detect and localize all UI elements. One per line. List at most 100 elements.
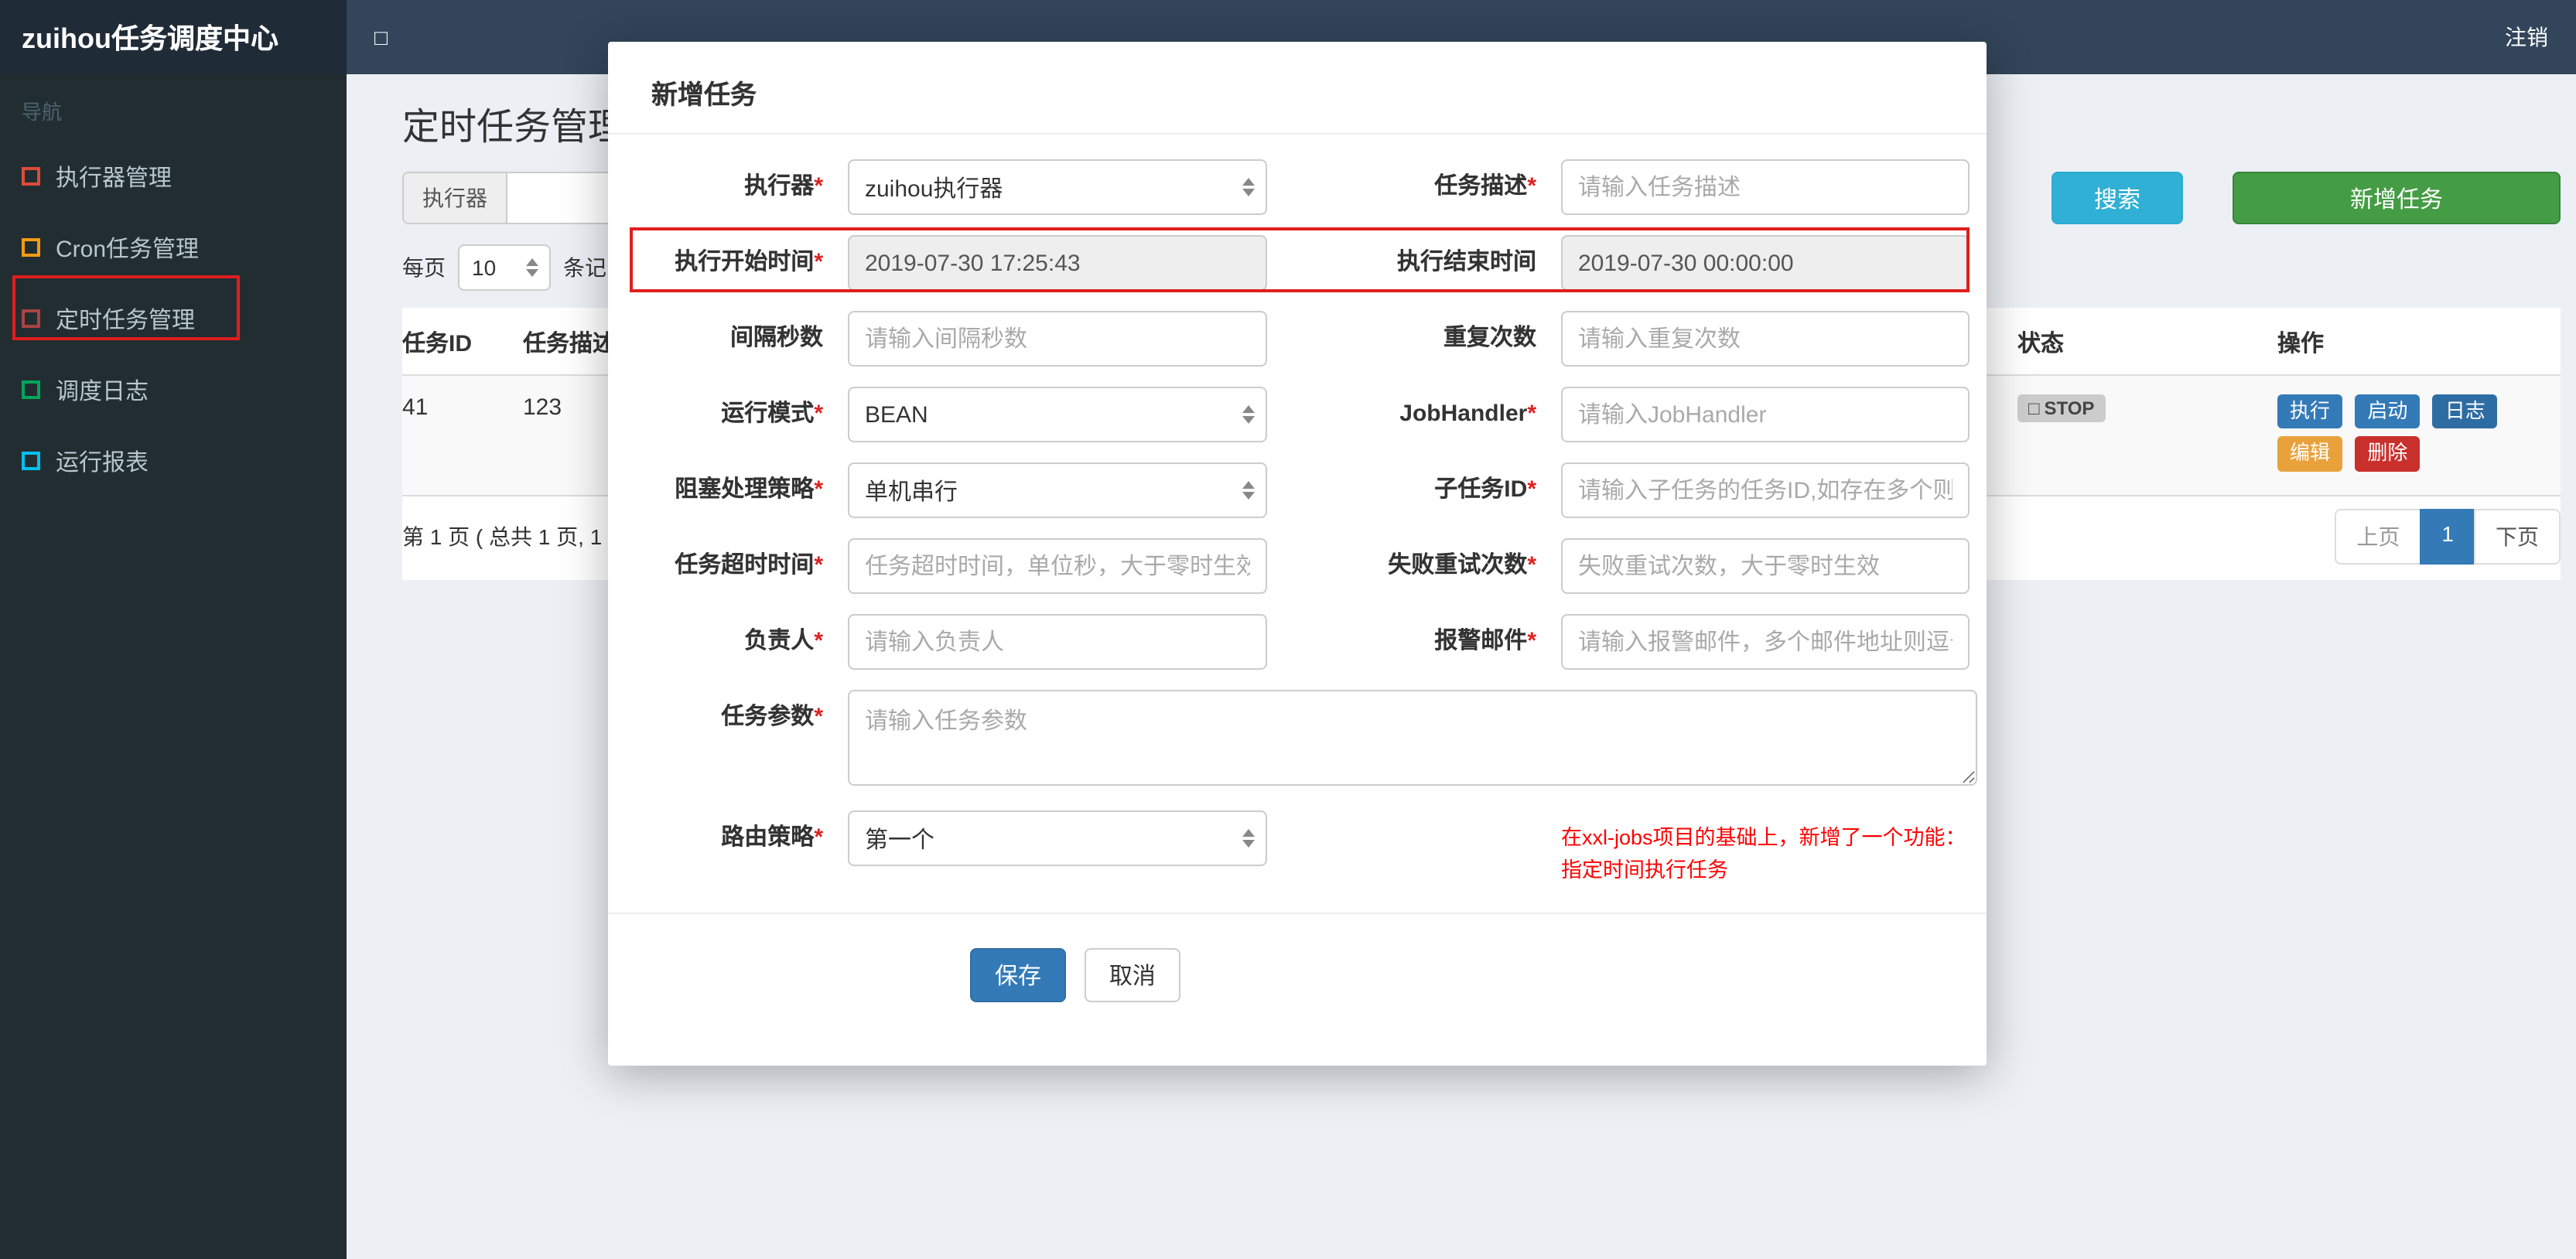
per-page-select[interactable]: 10 <box>458 244 551 291</box>
next-page-button[interactable]: 下页 <box>2474 508 2561 564</box>
form-row-8: 任务参数* <box>608 690 1987 790</box>
sidebar-item-cron-task[interactable]: Cron任务管理 <box>0 212 347 283</box>
end-time-label: 执行结束时间 <box>1396 249 1536 275</box>
block-strategy-select[interactable]: 单机串行 <box>848 462 1267 518</box>
actions-line-1: 执行 启动 日志 <box>2277 394 2548 437</box>
select-arrows-icon <box>1242 481 1255 500</box>
repeat-count-label: 重复次数 <box>1443 325 1536 351</box>
app-root: zuihou任务调度中心 □ 注销 导航 执行器管理 Cron任务管理 定时任务… <box>0 0 2576 1259</box>
job-param-label: 任务参数* <box>721 704 823 730</box>
run-mode-select-value: BEAN <box>865 401 928 428</box>
route-strategy-select[interactable]: 第一个 <box>848 810 1267 866</box>
filter-buttons: 搜索 新增任务 <box>2052 172 2561 224</box>
select-arrows-icon <box>1242 405 1255 424</box>
start-time-label: 执行开始时间* <box>675 249 823 275</box>
select-arrows-icon <box>1242 178 1255 196</box>
search-button[interactable]: 搜索 <box>2052 172 2183 224</box>
cell-actions: 执行 启动 日志 编辑 删除 <box>2277 375 2561 495</box>
cell-job-id: 41 <box>402 394 429 421</box>
per-page-value: 10 <box>472 255 497 280</box>
child-job-id-label: 子任务ID* <box>1434 476 1536 503</box>
form-row-6: 任务超时时间* 失败重试次数* <box>608 538 1987 594</box>
alarm-email-label: 报警邮件* <box>1434 628 1536 654</box>
current-page-button[interactable]: 1 <box>2420 508 2475 564</box>
header-job-id: 任务ID <box>402 308 523 376</box>
owner-input[interactable] <box>848 614 1267 670</box>
select-arrows-icon <box>526 258 538 277</box>
start-time-input[interactable] <box>848 235 1267 291</box>
sidebar-toggle-icon[interactable]: □ <box>374 25 388 49</box>
form-row-2: 执行开始时间* 执行结束时间 <box>608 235 1987 291</box>
block-strategy-label: 阻塞处理策略* <box>675 476 823 503</box>
execute-button[interactable]: 执行 <box>2277 394 2343 429</box>
route-strategy-label: 路由策略* <box>721 824 823 851</box>
child-job-id-input[interactable] <box>1561 462 1970 518</box>
form-row-7: 负责人* 报警邮件* <box>608 614 1987 670</box>
owner-label: 负责人* <box>744 628 823 654</box>
sidebar-item-label: 定时任务管理 <box>56 307 196 333</box>
form-row-9: 路由策略* 第一个 在xxl-jobs项目的基础上，新增了一个功能： 指定时间执… <box>608 810 1987 886</box>
executor-select[interactable]: zuihou执行器 <box>848 159 1267 215</box>
sidebar-item-run-report[interactable]: 运行报表 <box>0 425 347 496</box>
form-row-5: 阻塞处理策略* 单机串行 子任务ID* <box>608 462 1987 518</box>
modal-title: 新增任务 <box>608 42 1987 135</box>
jobhandler-label: JobHandler* <box>1399 401 1536 427</box>
form-row-1: 执行器* zuihou执行器 任务描述* <box>608 159 1987 215</box>
modal-footer: 保存 取消 <box>608 914 1987 1002</box>
run-mode-select[interactable]: BEAN <box>848 387 1267 442</box>
form-row-4: 运行模式* BEAN JobHandler* <box>608 387 1987 442</box>
add-task-button[interactable]: 新增任务 <box>2233 172 2561 224</box>
start-button[interactable]: 启动 <box>2355 394 2421 429</box>
fail-retry-input[interactable] <box>1561 538 1970 594</box>
alarm-email-input[interactable] <box>1561 614 1970 670</box>
executor-label: 执行器* <box>744 173 823 200</box>
edit-button[interactable]: 编辑 <box>2277 436 2343 471</box>
sidebar-section-label: 导航 <box>22 101 63 124</box>
add-task-modal: 新增任务 执行器* zuihou执行器 任务描述* 执行开始时间* 执行结束时间 <box>608 42 1987 1066</box>
repeat-count-input[interactable] <box>1561 311 1970 367</box>
executor-select-value: zuihou执行器 <box>865 176 1003 202</box>
cancel-button[interactable]: 取消 <box>1084 948 1180 1002</box>
run-mode-label: 运行模式* <box>721 401 823 427</box>
square-icon <box>22 167 40 186</box>
modal-body: 执行器* zuihou执行器 任务描述* 执行开始时间* 执行结束时间 间隔秒数 <box>608 135 1987 886</box>
log-button[interactable]: 日志 <box>2432 394 2498 429</box>
executor-addon-label: 执行器 <box>402 172 506 224</box>
logout-link[interactable]: 注销 <box>2505 22 2548 53</box>
delete-button[interactable]: 删除 <box>2355 436 2421 471</box>
note-spacer <box>1267 810 1561 886</box>
timeout-label: 任务超时时间* <box>675 552 823 578</box>
prev-page-button[interactable]: 上页 <box>2335 508 2422 564</box>
feature-note: 在xxl-jobs项目的基础上，新增了一个功能： 指定时间执行任务 <box>1561 810 1987 886</box>
square-icon <box>22 309 40 328</box>
job-desc-label: 任务描述* <box>1434 173 1536 200</box>
jobhandler-input[interactable] <box>1561 387 1970 442</box>
sidebar-item-dispatch-log[interactable]: 调度日志 <box>0 354 347 425</box>
cell-status: □ STOP <box>2017 375 2277 495</box>
sidebar-item-executor-manage[interactable]: 执行器管理 <box>0 141 347 212</box>
sidebar-item-label: Cron任务管理 <box>56 236 200 262</box>
end-time-input[interactable] <box>1561 235 1970 291</box>
pager: 上页 1 下页 <box>2335 508 2561 564</box>
fail-retry-label: 失败重试次数* <box>1388 552 1536 578</box>
sidebar-item-label: 调度日志 <box>56 378 149 404</box>
interval-label: 间隔秒数 <box>729 325 823 351</box>
sidebar-item-label: 运行报表 <box>56 449 149 476</box>
sidebar-item-timed-task[interactable]: 定时任务管理 <box>0 283 347 354</box>
actions-line-2: 编辑 删除 <box>2277 436 2548 479</box>
header-actions: 操作 <box>2277 308 2561 376</box>
job-desc-input[interactable] <box>1561 159 1970 215</box>
interval-input[interactable] <box>848 311 1267 367</box>
select-arrows-icon <box>1242 829 1255 848</box>
square-icon <box>22 380 40 399</box>
save-button[interactable]: 保存 <box>970 948 1067 1002</box>
sidebar: 导航 执行器管理 Cron任务管理 定时任务管理 调度日志 运行报表 <box>0 74 347 1259</box>
brand[interactable]: zuihou任务调度中心 <box>0 0 347 74</box>
timeout-input[interactable] <box>848 538 1267 594</box>
square-icon <box>22 238 40 257</box>
route-strategy-select-value: 第一个 <box>865 827 935 853</box>
block-strategy-select-value: 单机串行 <box>865 479 958 505</box>
status-square-icon: □ <box>2028 397 2040 419</box>
job-param-textarea[interactable] <box>848 690 1977 786</box>
feature-note-line-1: 在xxl-jobs项目的基础上，新增了一个功能： <box>1561 826 1966 849</box>
